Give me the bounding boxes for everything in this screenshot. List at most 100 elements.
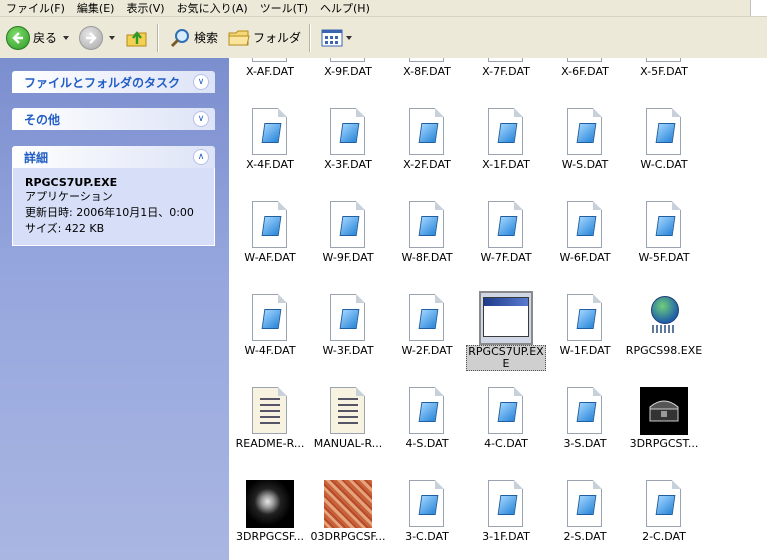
- menu-tools[interactable]: ツール(T): [254, 1, 314, 16]
- data-file-icon: [481, 58, 531, 64]
- file-item[interactable]: 03DRPGCSF...: [308, 479, 388, 560]
- file-item[interactable]: X-4F.DAT: [230, 107, 310, 193]
- menu-edit[interactable]: 編集(E): [71, 1, 121, 16]
- file-folder-tasks-header[interactable]: ファイルとフォルダのタスク ∨: [12, 71, 215, 93]
- file-item[interactable]: X-1F.DAT: [466, 107, 546, 193]
- file-item[interactable]: W-AF.DAT: [230, 200, 310, 286]
- other-places-panel: その他 ∨: [12, 108, 215, 130]
- menu-bar: ファイル(F) 編集(E) 表示(V) お気に入り(A) ツール(T) ヘルプ(…: [0, 0, 767, 17]
- file-item[interactable]: W-4F.DAT: [230, 293, 310, 379]
- file-name-label: 3-S.DAT: [563, 438, 607, 450]
- file-name-label: W-1F.DAT: [559, 345, 611, 357]
- data-file-icon: [639, 479, 689, 529]
- file-item[interactable]: W-C.DAT: [624, 107, 704, 193]
- file-name-label: README-R...: [235, 438, 305, 450]
- expand-chevron-icon[interactable]: ∨: [193, 74, 209, 90]
- data-file-icon: [560, 58, 610, 64]
- file-item[interactable]: X-5F.DAT: [624, 58, 704, 100]
- file-item[interactable]: W-2F.DAT: [387, 293, 467, 379]
- file-name-label: RPGCS7UP.EXE: [466, 345, 546, 371]
- file-name-label: 2-S.DAT: [563, 531, 607, 543]
- data-file-icon: [402, 107, 452, 157]
- file-item[interactable]: W-3F.DAT: [308, 293, 388, 379]
- file-item[interactable]: 3-S.DAT: [545, 386, 625, 472]
- file-item[interactable]: W-9F.DAT: [308, 200, 388, 286]
- file-item[interactable]: X-8F.DAT: [387, 58, 467, 100]
- views-dropdown-icon[interactable]: [346, 35, 353, 40]
- back-dropdown-icon[interactable]: [63, 35, 70, 40]
- file-item[interactable]: W-8F.DAT: [387, 200, 467, 286]
- folder-icon: [228, 30, 250, 45]
- file-name-label: RPGCS98.EXE: [625, 345, 703, 357]
- data-file-icon: [639, 107, 689, 157]
- file-item[interactable]: 4-C.DAT: [466, 386, 546, 472]
- file-name-label: X-6F.DAT: [561, 66, 609, 78]
- up-folder-icon: [126, 30, 147, 46]
- file-item[interactable]: 4-S.DAT: [387, 386, 467, 472]
- folders-button[interactable]: フォルダ: [224, 22, 305, 54]
- file-item[interactable]: README-R...: [230, 386, 310, 472]
- back-button[interactable]: 戻る: [2, 22, 73, 54]
- file-item[interactable]: X-AF.DAT: [230, 58, 310, 100]
- data-file-icon: [402, 293, 452, 343]
- menu-favorites[interactable]: お気に入り(A): [171, 1, 254, 16]
- file-name-label: MANUAL-R...: [313, 438, 383, 450]
- data-file-icon: [402, 386, 452, 436]
- up-folder-button[interactable]: [121, 22, 153, 54]
- file-item[interactable]: W-5F.DAT: [624, 200, 704, 286]
- file-name-label: W-6F.DAT: [559, 252, 611, 264]
- file-view: X-AF.DAT X-9F.DAT X-8F.DAT X-7F.DAT X-6F.DAT…: [229, 58, 767, 560]
- other-places-header[interactable]: その他 ∨: [12, 108, 215, 130]
- search-button[interactable]: 検索: [165, 22, 222, 54]
- file-item[interactable]: W-7F.DAT: [466, 200, 546, 286]
- data-file-icon: [639, 200, 689, 250]
- data-file-icon: [481, 479, 531, 529]
- toolbar-separator: [309, 23, 312, 52]
- details-header[interactable]: 詳細 ∧: [12, 146, 215, 168]
- globe-application-icon: [639, 293, 689, 343]
- file-item[interactable]: 3DRPGCST...: [624, 386, 704, 472]
- file-item[interactable]: W-6F.DAT: [545, 200, 625, 286]
- data-file-icon: [245, 107, 295, 157]
- toolbar: 戻る 検索 フォルダ: [0, 17, 767, 59]
- file-item[interactable]: RPGCS98.EXE: [624, 293, 704, 379]
- menu-file[interactable]: ファイル(F): [0, 1, 71, 16]
- detail-file-type: アプリケーション: [25, 190, 113, 203]
- file-item[interactable]: X-9F.DAT: [308, 58, 388, 100]
- image-thumbnail-icon: [639, 386, 689, 436]
- forward-dropdown-icon[interactable]: [109, 35, 116, 40]
- file-item[interactable]: W-S.DAT: [545, 107, 625, 193]
- file-name-label: X-8F.DAT: [403, 66, 451, 78]
- file-item[interactable]: X-7F.DAT: [466, 58, 546, 100]
- file-item[interactable]: 3-C.DAT: [387, 479, 467, 560]
- forward-button[interactable]: [75, 22, 119, 54]
- application-window-icon: [479, 291, 533, 345]
- data-file-icon: [560, 200, 610, 250]
- detail-file-size: サイズ: 422 KB: [25, 222, 105, 235]
- views-button[interactable]: [317, 22, 356, 54]
- file-item[interactable]: 2-C.DAT: [624, 479, 704, 560]
- file-name-label: W-2F.DAT: [401, 345, 453, 357]
- file-item[interactable]: X-6F.DAT: [545, 58, 625, 100]
- menu-help[interactable]: ヘルプ(H): [314, 1, 376, 16]
- file-item[interactable]: 3-1F.DAT: [466, 479, 546, 560]
- file-name-label: W-C.DAT: [640, 159, 688, 171]
- image-thumbnail-icon: [323, 479, 373, 529]
- file-item[interactable]: X-2F.DAT: [387, 107, 467, 193]
- file-item[interactable]: MANUAL-R...: [308, 386, 388, 472]
- file-name-label: 3-C.DAT: [405, 531, 449, 543]
- file-item[interactable]: 2-S.DAT: [545, 479, 625, 560]
- collapse-chevron-icon[interactable]: ∧: [193, 149, 209, 165]
- file-name-label: W-3F.DAT: [322, 345, 374, 357]
- file-name-label: W-4F.DAT: [244, 345, 296, 357]
- file-folder-tasks-panel: ファイルとフォルダのタスク ∨: [12, 71, 215, 93]
- data-file-icon: [402, 479, 452, 529]
- file-item[interactable]: RPGCS7UP.EXE: [466, 291, 546, 379]
- file-name-label: X-7F.DAT: [482, 66, 530, 78]
- file-item[interactable]: 3DRPGCSF...: [230, 479, 310, 560]
- menu-view[interactable]: 表示(V): [120, 1, 170, 16]
- file-name-label: 3-1F.DAT: [482, 531, 530, 543]
- file-item[interactable]: X-3F.DAT: [308, 107, 388, 193]
- expand-chevron-icon[interactable]: ∨: [193, 111, 209, 127]
- file-item[interactable]: W-1F.DAT: [545, 293, 625, 379]
